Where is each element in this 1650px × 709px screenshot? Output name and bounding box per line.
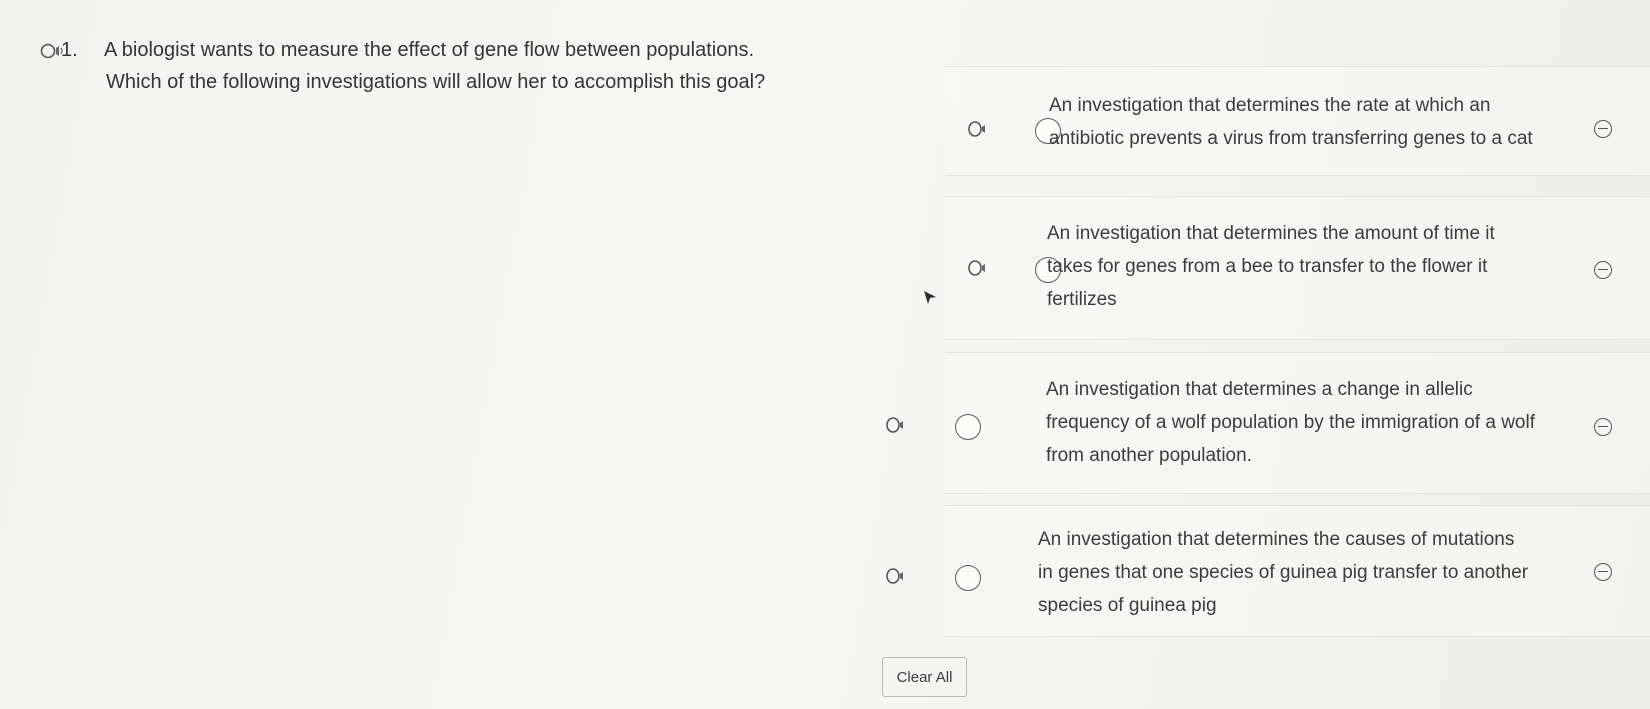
- option-c-text: An investigation that determines a chang…: [1046, 373, 1566, 472]
- option-c-line-1: An investigation that determines a chang…: [1046, 379, 1473, 400]
- option-c-speaker-icon[interactable]: [885, 416, 911, 434]
- option-a-eliminate-icon[interactable]: [1594, 120, 1612, 138]
- answer-option-c[interactable]: An investigation that determines a chang…: [886, 352, 1650, 494]
- answer-option-a[interactable]: An investigation that determines the rat…: [945, 66, 1650, 176]
- option-c-radio[interactable]: [955, 414, 981, 440]
- option-d-speaker-icon[interactable]: [885, 567, 911, 585]
- option-d-line-3: species of guinea pig: [1038, 595, 1217, 616]
- option-b-text: An investigation that determines the amo…: [1047, 217, 1567, 316]
- option-a-line-1: An investigation that determines the rat…: [1049, 95, 1491, 116]
- question-stem-line-1: 1. A biologist wants to measure the effe…: [40, 34, 840, 66]
- question-block: 1. A biologist wants to measure the effe…: [40, 34, 840, 98]
- option-d-eliminate-icon[interactable]: [1594, 563, 1612, 581]
- option-b-line-2: takes for genes from a bee to transfer t…: [1047, 256, 1488, 277]
- arrow-cursor-icon: [923, 290, 939, 306]
- question-stem-line-2: Which of the following investigations wi…: [106, 71, 766, 93]
- option-c-line-2: frequency of a wolf population by the im…: [1046, 412, 1535, 433]
- option-c-line-3: from another population.: [1046, 445, 1252, 466]
- option-d-line-1: An investigation that determines the cau…: [1038, 529, 1515, 550]
- option-a-text: An investigation that determines the rat…: [1047, 89, 1567, 155]
- option-a-speaker-icon[interactable]: [967, 120, 993, 138]
- option-d-radio[interactable]: [955, 565, 981, 591]
- option-b-line-1: An investigation that determines the amo…: [1047, 223, 1495, 244]
- option-a-line-2: antibiotic prevents a virus from transfe…: [1049, 128, 1533, 149]
- answer-option-b[interactable]: An investigation that determines the amo…: [945, 196, 1650, 340]
- answer-option-d[interactable]: An investigation that determines the cau…: [886, 505, 1650, 637]
- clear-all-button[interactable]: Clear All: [882, 657, 967, 697]
- question-text-line-1: A biologist wants to measure the effect …: [104, 39, 755, 61]
- option-d-line-2: in genes that one species of guinea pig …: [1038, 562, 1529, 583]
- option-b-speaker-icon[interactable]: [967, 259, 993, 277]
- option-b-eliminate-icon[interactable]: [1594, 261, 1612, 279]
- option-b-line-3: fertilizes: [1047, 289, 1117, 310]
- option-d-text: An investigation that determines the cau…: [1038, 523, 1558, 622]
- question-number: 1.: [61, 39, 78, 61]
- option-c-eliminate-icon[interactable]: [1594, 418, 1612, 436]
